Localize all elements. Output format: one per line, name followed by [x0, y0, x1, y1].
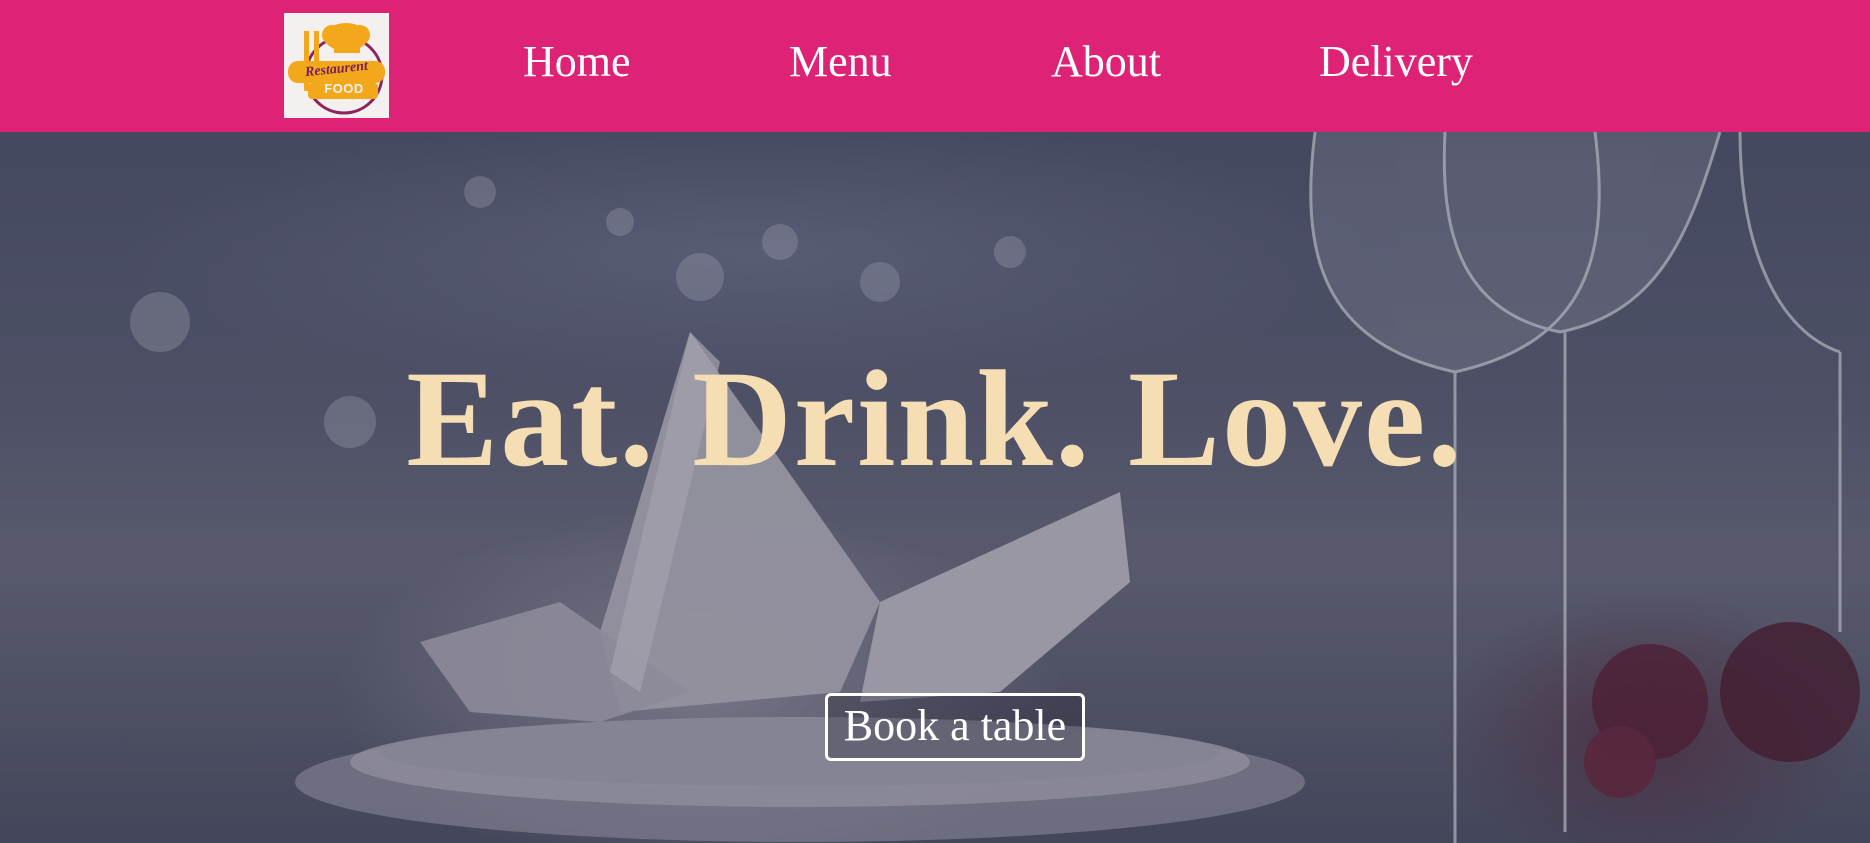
nav-home-link[interactable]: Home: [523, 34, 631, 90]
hero-headline: Eat. Drink. Love.: [406, 342, 1464, 495]
nav-about-link[interactable]: About: [1051, 34, 1161, 90]
nav-delivery-link[interactable]: Delivery: [1319, 34, 1473, 90]
restaurant-logo[interactable]: Restaurent FOOD: [284, 13, 389, 118]
book-a-table-button[interactable]: Book a table: [825, 693, 1085, 761]
nav-menu-link[interactable]: Menu: [789, 34, 892, 90]
logo-text-food: FOOD: [324, 81, 364, 96]
top-navbar: Restaurent FOOD Home Menu About Delivery: [0, 0, 1870, 132]
hero-section: Eat. Drink. Love. Book a table: [0, 132, 1870, 843]
